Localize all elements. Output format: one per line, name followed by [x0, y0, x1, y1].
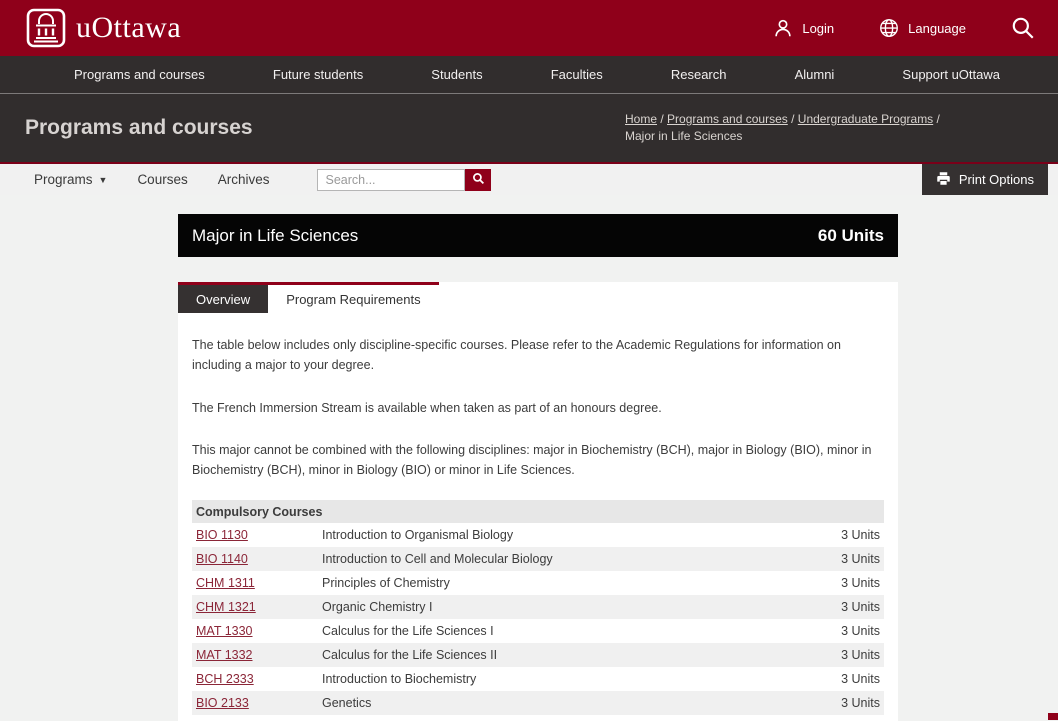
toolbar-programs-dropdown[interactable]: Programs ▼: [34, 172, 107, 187]
course-title: Introduction to Biochemistry: [318, 667, 814, 691]
nav-item-faculties[interactable]: Faculties: [551, 67, 603, 82]
search-icon: [1010, 15, 1036, 41]
course-units: 3 Units: [814, 571, 884, 595]
program-title: Major in Life Sciences: [192, 226, 358, 246]
tab-row: Overview Program Requirements: [178, 282, 898, 313]
paragraph-combination-restrictions: This major cannot be combined with the f…: [192, 440, 884, 481]
table-header: Compulsory Courses: [192, 500, 884, 523]
table-row: BCH 2333 Introduction to Biochemistry 3 …: [192, 667, 884, 691]
search-input[interactable]: [317, 169, 465, 191]
program-units: 60 Units: [818, 226, 884, 246]
course-title: Genetics: [318, 691, 814, 715]
table-row: CHM 2120 Organic Chemistry II 3 Units: [192, 715, 884, 721]
paragraph-discipline-note: The table below includes only discipline…: [192, 335, 884, 376]
nav-item-alumni[interactable]: Alumni: [795, 67, 835, 82]
chevron-down-icon: ▼: [99, 175, 108, 185]
top-header: uOttawa Login Language: [0, 0, 1058, 56]
uottawa-logo[interactable]: uOttawa: [26, 8, 181, 48]
course-units: 3 Units: [814, 523, 884, 547]
course-title: Organic Chemistry II: [318, 715, 814, 721]
course-link[interactable]: BCH 2333: [196, 672, 254, 686]
course-title: Calculus for the Life Sciences II: [318, 643, 814, 667]
content-area: Major in Life Sciences 60 Units Overview…: [0, 195, 1058, 720]
tab-program-requirements[interactable]: Program Requirements: [268, 285, 438, 313]
language-label: Language: [908, 21, 966, 36]
person-icon: [772, 17, 794, 39]
main-nav: Programs and courses Future students Stu…: [0, 56, 1058, 94]
table-row: MAT 1330 Calculus for the Life Sciences …: [192, 619, 884, 643]
course-link[interactable]: MAT 1330: [196, 624, 253, 638]
nav-item-future-students[interactable]: Future students: [273, 67, 363, 82]
course-link[interactable]: MAT 1332: [196, 648, 253, 662]
table-row: BIO 1130 Introduction to Organismal Biol…: [192, 523, 884, 547]
globe-icon: [878, 17, 900, 39]
compulsory-courses-table: Compulsory Courses BIO 1130 Introduction…: [192, 500, 884, 721]
course-units: 3 Units: [814, 667, 884, 691]
course-title: Introduction to Cell and Molecular Biolo…: [318, 547, 814, 571]
login-button[interactable]: Login: [772, 17, 834, 39]
course-units: 3 Units: [814, 715, 884, 721]
search-icon: [472, 172, 485, 188]
toolbar-archives-link[interactable]: Archives: [218, 172, 270, 187]
brand-wordmark: uOttawa: [76, 11, 181, 45]
nav-item-students[interactable]: Students: [431, 67, 482, 82]
table-row: MAT 1332 Calculus for the Life Sciences …: [192, 643, 884, 667]
nav-item-support-uottawa[interactable]: Support uOttawa: [902, 67, 1000, 82]
login-label: Login: [802, 21, 834, 36]
breadcrumb-separator: /: [937, 112, 940, 126]
course-link[interactable]: BIO 1140: [196, 552, 248, 566]
course-link[interactable]: CHM 1311: [196, 576, 255, 590]
course-units: 3 Units: [814, 619, 884, 643]
course-title: Introduction to Organismal Biology: [318, 523, 814, 547]
print-options-button[interactable]: Print Options: [922, 164, 1048, 195]
breadcrumb-home[interactable]: Home: [625, 112, 657, 126]
course-units: 3 Units: [814, 595, 884, 619]
toolbar: Programs ▼ Courses Archives Print Option…: [0, 164, 1058, 195]
course-units: 3 Units: [814, 643, 884, 667]
program-card: Overview Program Requirements The table …: [178, 282, 898, 721]
breadcrumb-current: Major in Life Sciences: [625, 129, 742, 143]
breadcrumb-programs-and-courses[interactable]: Programs and courses: [667, 112, 788, 126]
scroll-top-corner[interactable]: [1048, 713, 1058, 720]
program-banner: Major in Life Sciences 60 Units: [178, 214, 898, 257]
table-row: BIO 1140 Introduction to Cell and Molecu…: [192, 547, 884, 571]
toolbar-searchbox: [317, 169, 491, 191]
breadcrumb-undergraduate-programs[interactable]: Undergraduate Programs: [798, 112, 933, 126]
page-title-band: Programs and courses Home / Programs and…: [0, 94, 1058, 162]
header-search-button[interactable]: [1010, 15, 1036, 41]
uottawa-crest-icon: [26, 8, 66, 48]
breadcrumb: Home / Programs and courses / Undergradu…: [625, 111, 955, 145]
table-row: BIO 2133 Genetics 3 Units: [192, 691, 884, 715]
paragraph-french-immersion: The French Immersion Stream is available…: [192, 398, 884, 418]
tab-overview[interactable]: Overview: [178, 285, 268, 313]
nav-item-programs-and-courses[interactable]: Programs and courses: [74, 67, 205, 82]
table-header-row: Compulsory Courses: [192, 500, 884, 523]
search-submit-button[interactable]: [465, 169, 491, 191]
language-button[interactable]: Language: [878, 17, 966, 39]
printer-icon: [936, 171, 951, 189]
course-link[interactable]: CHM 1321: [196, 600, 256, 614]
course-title: Calculus for the Life Sciences I: [318, 619, 814, 643]
table-row: CHM 1311 Principles of Chemistry 3 Units: [192, 571, 884, 595]
course-title: Principles of Chemistry: [318, 571, 814, 595]
course-title: Organic Chemistry I: [318, 595, 814, 619]
programs-dropdown-label: Programs: [34, 172, 93, 187]
course-link[interactable]: BIO 1130: [196, 528, 248, 542]
toolbar-courses-link[interactable]: Courses: [137, 172, 187, 187]
page-title: Programs and courses: [25, 116, 253, 140]
course-units: 3 Units: [814, 691, 884, 715]
course-link[interactable]: BIO 2133: [196, 696, 249, 710]
course-units: 3 Units: [814, 547, 884, 571]
nav-item-research[interactable]: Research: [671, 67, 727, 82]
breadcrumb-separator: /: [791, 112, 798, 126]
print-options-label: Print Options: [959, 172, 1034, 187]
tab-group: Overview Program Requirements: [178, 282, 439, 313]
program-requirements-panel: The table below includes only discipline…: [178, 313, 898, 721]
table-row: CHM 1321 Organic Chemistry I 3 Units: [192, 595, 884, 619]
